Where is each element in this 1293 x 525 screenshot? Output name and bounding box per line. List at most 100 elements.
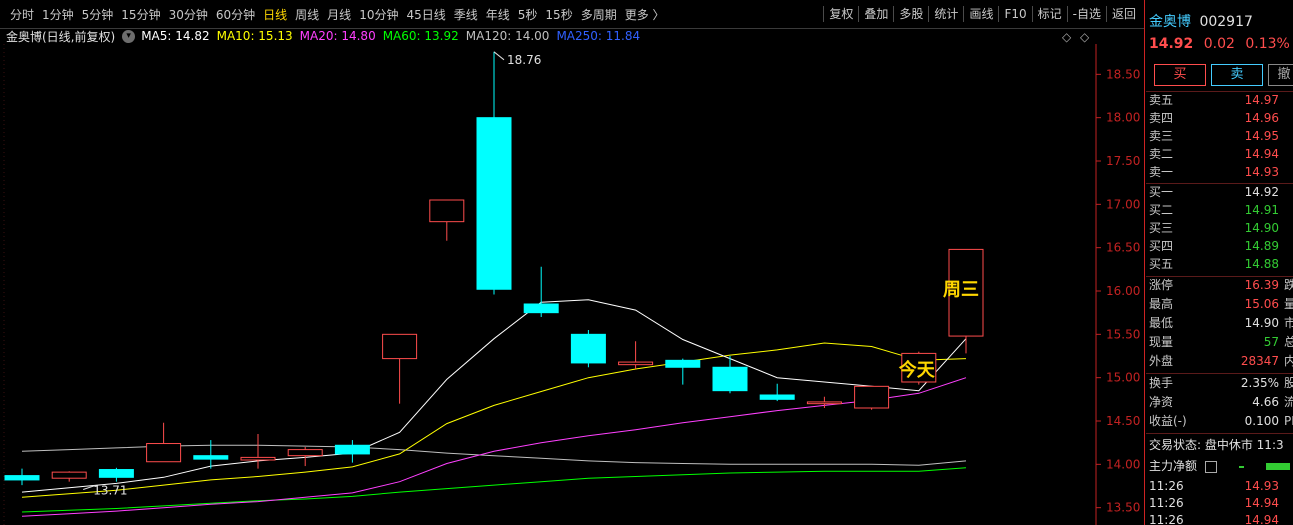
candle-body — [618, 361, 654, 366]
ma120-label: MA120: 14.00 — [465, 29, 550, 43]
ask-value: 14.95 — [1244, 129, 1279, 143]
stat-label: 最低 — [1149, 316, 1174, 330]
bid-row: 买一 14.92 — [1149, 184, 1293, 201]
y-tick-label: 14.00 — [1106, 457, 1140, 471]
draw-line-button[interactable]: 画线 — [963, 6, 998, 22]
stat-row: 现量 57 总量 — [1149, 334, 1293, 351]
bid-value: 14.91 — [1244, 203, 1279, 217]
bid-row: 买四 14.89 — [1149, 238, 1293, 255]
high-pointer — [493, 51, 505, 61]
period-minute-line[interactable]: 分时 — [6, 6, 38, 23]
remove-watchlist-button[interactable]: -自选 — [1066, 6, 1106, 22]
ask-row: 卖四 14.96 — [1149, 110, 1293, 127]
wednesday-annotation: 周三 — [943, 279, 979, 300]
back-button[interactable]: 返回 — [1105, 6, 1141, 22]
y-tick-label: 15.50 — [1106, 327, 1140, 341]
f10-button[interactable]: F10 — [998, 6, 1031, 22]
fin-value: 0.100 — [1244, 414, 1279, 428]
stat-right-label: 内盘 — [1284, 354, 1293, 368]
fin-label: 换手 — [1149, 376, 1174, 390]
trade-status: 交易状态: 盘中休市 11:3 — [1149, 437, 1293, 454]
ask-label: 卖二 — [1149, 147, 1174, 161]
candle-body — [146, 443, 182, 463]
ask-row: 卖五 14.97 — [1149, 92, 1293, 109]
fin-row: 换手 2.35% 股本 — [1149, 375, 1293, 392]
bid-label: 买五 — [1149, 257, 1174, 271]
period-1min[interactable]: 1分钟 — [38, 6, 78, 23]
tick-time: 11:26 — [1149, 496, 1184, 510]
ask-row: 卖三 14.95 — [1149, 128, 1293, 145]
period-quarterly[interactable]: 季线 — [450, 6, 482, 23]
fin-right-label: 流通 — [1284, 395, 1293, 409]
ma-legend: 金奥博(日线,前复权) ▾ MA5: 14.82 MA10: 15.13 MA2… — [6, 28, 647, 44]
period-multi[interactable]: 多周期 — [577, 6, 621, 23]
ma10-label: MA10: 15.13 — [216, 29, 293, 43]
stat-row: 涨停 16.39 跌停 — [1149, 277, 1293, 294]
net-flow-bar — [1265, 463, 1290, 470]
y-tick-label: 14.50 — [1106, 414, 1140, 428]
stat-row: 最低 14.90 市值 — [1149, 315, 1293, 332]
y-tick-label: 17.00 — [1106, 197, 1140, 211]
ma250-label: MA250: 11.84 — [556, 29, 641, 43]
period-60min[interactable]: 60分钟 — [212, 6, 259, 23]
period-45day[interactable]: 45日线 — [402, 6, 449, 23]
net-flow-row: 主力净额 — [1149, 458, 1293, 475]
y-tick-label: 17.50 — [1106, 154, 1140, 168]
adjust-button[interactable]: 复权 — [823, 6, 858, 22]
period-15sec[interactable]: 15秒 — [541, 6, 576, 23]
candle-body — [523, 303, 559, 314]
period-15min[interactable]: 15分钟 — [117, 6, 164, 23]
low-label: 13.71 — [93, 483, 127, 497]
period-10min[interactable]: 10分钟 — [355, 6, 402, 23]
y-tick-label: 18.00 — [1106, 111, 1140, 125]
divider — [1146, 433, 1293, 434]
stat-value: 57 — [1263, 335, 1279, 349]
tick-row: 11:26 14.93 — [1149, 478, 1279, 495]
candle-body — [51, 471, 87, 479]
bid-value: 14.92 — [1244, 185, 1279, 199]
chart-title: 金奥博(日线,前复权) — [6, 29, 116, 44]
price-line: 14.92 0.02 0.13% — [1149, 36, 1290, 52]
fin-row: 收益(-) 0.100 PE(动 — [1149, 413, 1293, 430]
square-icon[interactable]: ◇ — [1080, 30, 1089, 44]
net-flow-label: 主力净额 — [1149, 459, 1198, 473]
ask-label: 卖四 — [1149, 111, 1174, 125]
chevron-down-icon[interactable]: ▾ — [122, 29, 136, 43]
period-30min[interactable]: 30分钟 — [165, 6, 212, 23]
diamond-icon[interactable]: ◇ — [1062, 30, 1071, 44]
toolbar: 分时 1分钟 5分钟 15分钟 30分钟 60分钟 日线 周线 月线 10分钟 … — [0, 0, 1145, 29]
cancel-order-button[interactable]: 撤 — [1268, 64, 1293, 86]
ask-label: 卖三 — [1149, 129, 1174, 143]
ask-value: 14.93 — [1244, 165, 1279, 179]
ma20-label: MA20: 14.80 — [299, 29, 376, 43]
period-5min[interactable]: 5分钟 — [78, 6, 118, 23]
last-price: 14.92 — [1149, 36, 1194, 52]
sell-button[interactable]: 卖 — [1211, 64, 1263, 86]
candle-body — [854, 385, 890, 409]
overlay-button[interactable]: 叠加 — [858, 6, 893, 22]
ma10-line — [21, 342, 967, 498]
period-daily[interactable]: 日线 — [259, 6, 291, 23]
multi-stock-button[interactable]: 多股 — [893, 6, 928, 22]
candle-body — [4, 475, 40, 481]
buy-button[interactable]: 买 — [1154, 64, 1206, 86]
candle-body — [806, 401, 842, 405]
ask-value: 14.94 — [1244, 147, 1279, 161]
y-tick-label: 13.50 — [1106, 501, 1140, 515]
ask-label: 卖五 — [1149, 93, 1174, 107]
stock-chart-window: 分时 1分钟 5分钟 15分钟 30分钟 60分钟 日线 周线 月线 10分钟 … — [0, 0, 1293, 525]
period-yearly[interactable]: 年线 — [482, 6, 514, 23]
stock-name: 金奥博 — [1149, 14, 1191, 30]
tick-price: 14.93 — [1244, 479, 1279, 493]
period-monthly[interactable]: 月线 — [323, 6, 355, 23]
mark-button[interactable]: 标记 — [1031, 6, 1067, 22]
fin-label: 净资 — [1149, 395, 1174, 409]
period-5sec[interactable]: 5秒 — [514, 6, 542, 23]
ma60-line — [21, 467, 967, 513]
period-weekly[interactable]: 周线 — [291, 6, 323, 23]
period-more[interactable]: 更多 〉 — [621, 6, 669, 23]
list-icon[interactable] — [1204, 460, 1217, 473]
candle-body — [429, 199, 465, 223]
statistics-button[interactable]: 统计 — [928, 6, 963, 22]
candle-body — [665, 359, 701, 368]
